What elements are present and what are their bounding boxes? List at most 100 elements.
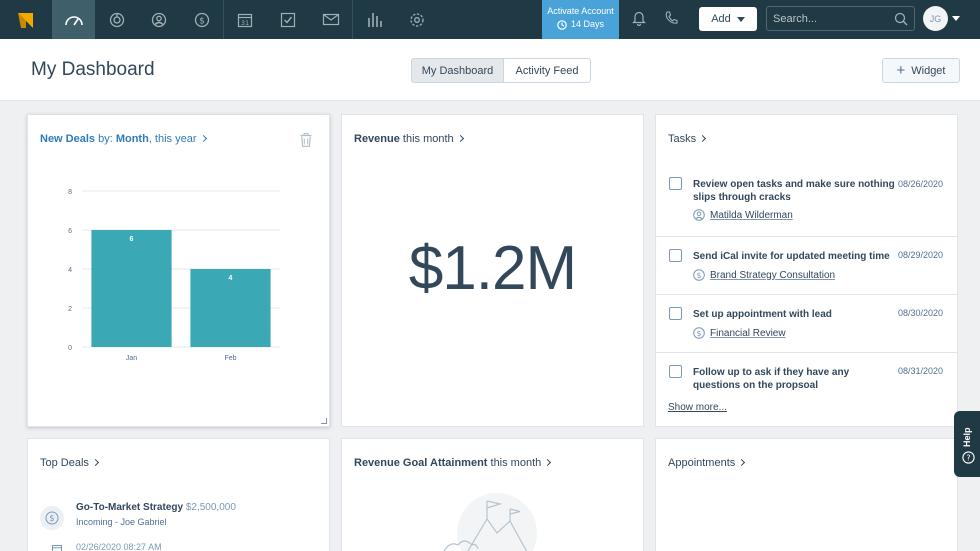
plus-icon: +	[896, 62, 906, 79]
activate-account-button[interactable]: Activate Account 14 Days	[542, 0, 619, 39]
task-title[interactable]: Follow up to ask if they have any questi…	[693, 366, 895, 392]
tasks-title[interactable]: Tasks	[668, 133, 707, 145]
deal-timestamp: 02/26/2020 08:27 AM	[76, 542, 162, 551]
task-item: Set up appointment with lead 08/30/2020 …	[656, 295, 957, 353]
top-nav: $ 31 Activate Account 14 Days Add JG	[0, 0, 980, 39]
bar-data-label: 6	[130, 236, 134, 243]
tab-activity-feed[interactable]: Activity Feed	[504, 58, 591, 83]
top-deals-widget: Top Deals $ Go-To-Market Strategy $2,500…	[27, 438, 330, 551]
resize-handle[interactable]	[321, 418, 327, 424]
avatar-initials: JG	[929, 13, 942, 24]
revenue-title[interactable]: Revenue this month	[354, 133, 464, 145]
new-deals-widget: New Deals by: Month, this year 0 2 4 6 8 6 Jan…	[27, 114, 330, 427]
svg-text:$: $	[697, 271, 702, 280]
revenue-goal-widget: Revenue Goal Attainment this month	[341, 438, 644, 551]
task-item: Follow up to ask if they have any questi…	[656, 353, 957, 393]
search-input[interactable]	[773, 11, 893, 26]
svg-text:$: $	[697, 329, 702, 338]
inbox-icon[interactable]	[309, 0, 352, 39]
help-button[interactable]: Help ?	[954, 411, 980, 477]
calendar-icon	[52, 545, 62, 551]
caret-down-icon[interactable]	[952, 16, 960, 21]
search-icon[interactable]	[894, 12, 908, 26]
revenue-widget: Revenue this month $1.2M	[341, 114, 644, 427]
activity-icon[interactable]	[95, 0, 138, 39]
task-title[interactable]: Set up appointment with lead	[693, 308, 895, 321]
y-tick-label: 4	[68, 267, 72, 274]
revenue-value: $1.2M	[408, 234, 577, 303]
task-checkbox[interactable]	[669, 365, 682, 378]
y-tick-label: 0	[68, 345, 72, 352]
deal-icon: $	[40, 506, 64, 530]
calendar-icon[interactable]: 31	[223, 0, 266, 39]
dashboard-tabs: My Dashboard Activity Feed	[411, 58, 591, 83]
help-icon: ?	[962, 451, 975, 464]
tasks-icon[interactable]	[266, 0, 309, 39]
appointments-widget: Appointments	[655, 438, 958, 551]
revenue-goal-title[interactable]: Revenue Goal Attainment this month	[354, 457, 552, 469]
x-tick-label: Feb	[224, 355, 236, 362]
dollar-icon: $	[45, 511, 59, 525]
task-item: Review open tasks and make sure nothing …	[656, 167, 957, 237]
bell-icon[interactable]	[632, 10, 646, 31]
logo-icon[interactable]	[0, 0, 52, 39]
show-more-link[interactable]: Show more...	[668, 402, 727, 413]
task-checkbox[interactable]	[669, 177, 682, 190]
new-deals-title[interactable]: New Deals by: Month, this year	[40, 133, 207, 145]
deal-amount: $2,500,000	[185, 502, 236, 513]
activate-label: Activate Account	[547, 6, 614, 16]
svg-text:31: 31	[240, 19, 248, 27]
chevron-right-icon	[699, 134, 707, 143]
chevron-right-icon	[544, 458, 552, 467]
deal-name[interactable]: Go-To-Market Strategy $2,500,000	[76, 502, 236, 513]
search-box[interactable]	[766, 6, 915, 31]
chevron-right-icon	[199, 134, 207, 143]
mountain-flags-icon	[443, 493, 537, 551]
dollar-icon: $	[693, 327, 705, 339]
task-date: 08/31/2020	[898, 366, 944, 376]
task-title[interactable]: Review open tasks and make sure nothing …	[693, 178, 895, 204]
dashboard-header: My Dashboard My Dashboard Activity Feed …	[0, 39, 980, 101]
svg-text:$: $	[49, 514, 54, 524]
task-association-link[interactable]: Matilda Wilderman	[710, 210, 793, 221]
dollar-icon: $	[693, 269, 705, 281]
task-checkbox[interactable]	[669, 307, 682, 320]
task-association-link[interactable]: Brand Strategy Consultation	[710, 270, 835, 281]
page-title: My Dashboard	[31, 59, 155, 80]
clock-icon	[557, 19, 567, 30]
dashboard-icon[interactable]	[52, 0, 95, 39]
y-tick-label: 6	[68, 228, 72, 235]
deal-stage-owner: Incoming - Joe Gabriel	[76, 517, 167, 527]
appointments-title[interactable]: Appointments	[668, 457, 746, 469]
chevron-right-icon	[91, 458, 99, 467]
svg-text:$: $	[199, 16, 205, 26]
help-label: Help	[962, 427, 972, 447]
settings-icon[interactable]	[395, 0, 438, 39]
trash-icon[interactable]	[300, 133, 312, 147]
chevron-right-icon	[456, 134, 464, 143]
top-deals-title[interactable]: Top Deals	[40, 457, 99, 469]
tab-my-dashboard[interactable]: My Dashboard	[411, 58, 504, 83]
y-tick-label: 8	[68, 189, 72, 196]
add-button[interactable]: Add	[699, 7, 757, 31]
contacts-icon[interactable]	[137, 0, 180, 39]
task-date: 08/30/2020	[898, 308, 944, 318]
chevron-right-icon	[738, 458, 746, 467]
trial-days-label: 14 Days	[570, 19, 605, 29]
svg-text:?: ?	[966, 453, 970, 462]
task-association-link[interactable]: Financial Review	[710, 328, 786, 339]
deals-icon[interactable]: $	[180, 0, 223, 39]
task-title[interactable]: Send iCal invite for updated meeting tim…	[693, 250, 895, 263]
phone-icon[interactable]	[664, 10, 678, 31]
reports-icon[interactable]	[352, 0, 395, 39]
bar	[91, 230, 172, 347]
add-widget-button[interactable]: + Widget	[882, 58, 960, 83]
tasks-widget: Tasks Review open tasks and make sure no…	[655, 114, 958, 427]
add-button-label: Add	[711, 13, 731, 25]
caret-down-icon	[736, 16, 745, 22]
widget-button-label: Widget	[911, 64, 946, 77]
person-icon	[693, 209, 705, 221]
x-tick-label: Jan	[126, 355, 137, 362]
avatar[interactable]: JG	[923, 6, 948, 31]
task-checkbox[interactable]	[669, 249, 682, 262]
